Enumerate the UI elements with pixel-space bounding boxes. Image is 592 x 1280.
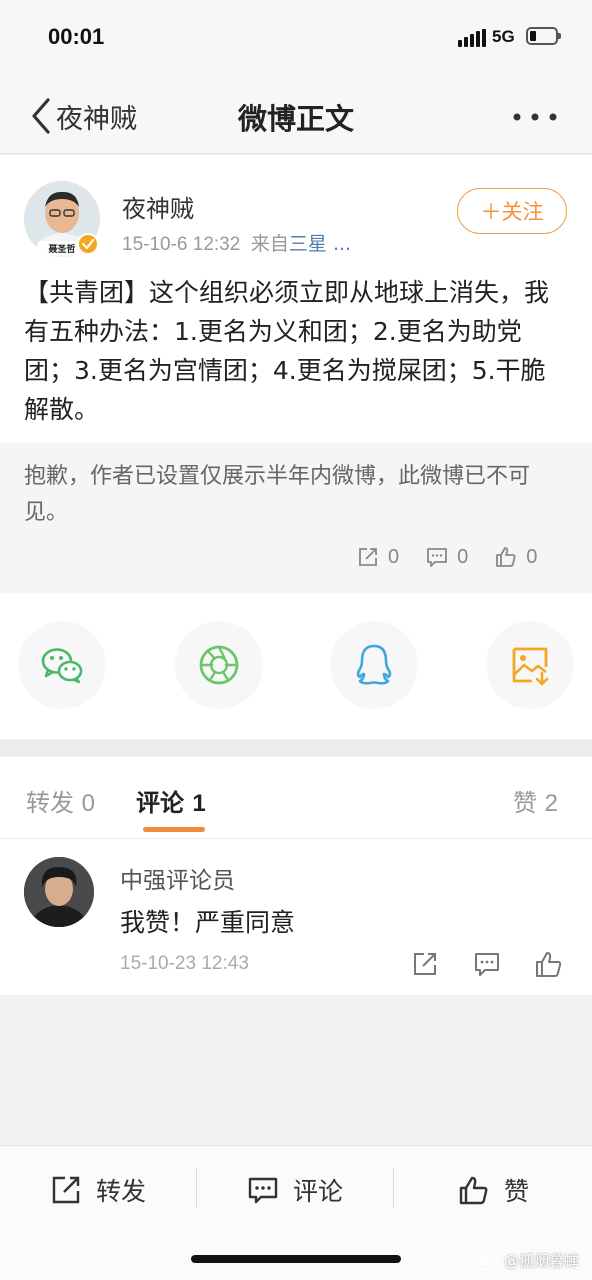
source-link[interactable]: 三星 ... <box>289 233 351 255</box>
tab-like-label: 赞 <box>513 789 537 817</box>
repost-icon <box>414 953 436 975</box>
commenter-name[interactable]: 中强评论员 <box>120 861 235 895</box>
interaction-tabs: 转发 0 评论 1 赞 2 <box>0 757 592 839</box>
toolbar-divider <box>393 1168 394 1208</box>
active-tab-indicator <box>143 827 205 832</box>
battery-icon <box>526 27 561 45</box>
tab-comment[interactable]: 评论 1 <box>136 783 206 818</box>
signal-icon <box>458 29 486 47</box>
comment-repost-button[interactable] <box>410 949 440 979</box>
avatar-caption: 聂圣哲 <box>47 243 75 255</box>
comment-count: 0 <box>457 545 469 568</box>
network-type: 5G <box>492 27 515 46</box>
section-divider <box>0 739 592 757</box>
comment-icon <box>475 953 499 976</box>
author-name[interactable]: 夜神贼 <box>122 189 194 224</box>
commenter-avatar[interactable] <box>24 857 94 927</box>
like-count: 0 <box>526 545 538 568</box>
save-image-button[interactable] <box>486 621 574 709</box>
wechat-icon <box>41 648 83 684</box>
status-bar: 00:01 5G <box>0 0 592 78</box>
comment-item: 中强评论员 我赞！严重同意 15-10-23 12:43 <box>0 839 592 995</box>
weibo-logo-icon <box>471 1253 498 1270</box>
post-meta: 15-10-6 12:32 来自三星 ... <box>122 229 351 256</box>
post-stats: 0 0 0 <box>356 545 537 569</box>
post-date: 15-10-6 12:32 <box>122 234 241 255</box>
home-indicator <box>191 1255 401 1263</box>
repost-icon <box>359 548 377 566</box>
thumbs-up-icon <box>496 547 516 567</box>
repost-button[interactable]: 转发 <box>50 1170 146 1210</box>
watermark-text: @孤烟暮蝉 <box>504 1252 580 1270</box>
verified-badge-icon <box>77 233 99 255</box>
post-text: 【共青团】这个组织必须立即从地球上消失，我有五种办法：1.更名为义和团；2.更名… <box>24 278 550 424</box>
repost-count: 0 <box>388 545 400 568</box>
comment-reply-button[interactable] <box>472 949 502 979</box>
tab-like[interactable]: 赞 2 <box>513 783 558 818</box>
more-icon[interactable] <box>510 108 560 126</box>
tab-comment-label: 评论 <box>136 789 184 817</box>
save-image-icon <box>512 647 549 686</box>
repost-label: 转发 <box>96 1177 147 1206</box>
tab-comment-count: 1 <box>192 790 206 817</box>
moments-icon <box>199 645 239 685</box>
tab-repost-label: 转发 <box>26 789 74 817</box>
watermark: @孤烟暮蝉 <box>470 1250 579 1271</box>
share-qq-button[interactable] <box>330 621 418 709</box>
follow-button[interactable]: ＋关注 <box>457 188 567 234</box>
comment-button[interactable]: 评论 <box>247 1170 343 1210</box>
like-button[interactable]: 赞 <box>458 1170 529 1210</box>
thumbs-up-icon <box>459 1176 488 1205</box>
comment-stat[interactable]: 0 <box>425 545 468 569</box>
notice-text: 抱歉，作者已设置仅展示半年内微博，此微博已不可见。 <box>24 464 531 525</box>
tab-repost[interactable]: 转发 0 <box>26 783 95 818</box>
comment-icon <box>427 548 448 567</box>
comment-label: 评论 <box>293 1177 344 1206</box>
comment-icon <box>248 1177 278 1204</box>
tab-like-count: 2 <box>544 790 558 817</box>
toolbar-divider <box>196 1168 197 1208</box>
tab-repost-count: 0 <box>81 790 95 817</box>
comment-like-button[interactable] <box>534 949 564 979</box>
source-prefix: 来自 <box>250 233 289 255</box>
status-time: 00:01 <box>48 24 105 49</box>
repost-icon <box>52 1176 80 1204</box>
nav-bar: 夜神贼 微博正文 <box>0 78 592 154</box>
repost-stat[interactable]: 0 <box>356 545 399 569</box>
share-row <box>0 593 592 739</box>
qq-icon <box>356 644 392 685</box>
comment-actions <box>410 949 564 979</box>
thumbs-up-icon <box>536 952 562 977</box>
comment-time: 15-10-23 12:43 <box>120 953 249 974</box>
page-title: 微博正文 <box>237 102 354 136</box>
share-moments-button[interactable] <box>175 621 263 709</box>
hidden-notice: 抱歉，作者已设置仅展示半年内微博，此微博已不可见。 0 0 0 <box>0 443 592 593</box>
like-stat[interactable]: 0 <box>494 545 537 569</box>
post-card: 聂圣哲 夜神贼 15-10-6 12:32 来自三星 ... ＋关注 【共青团】… <box>0 155 592 443</box>
comment-text: 我赞！严重同意 <box>120 908 296 937</box>
like-label: 赞 <box>504 1177 530 1206</box>
share-wechat-button[interactable] <box>18 621 106 709</box>
